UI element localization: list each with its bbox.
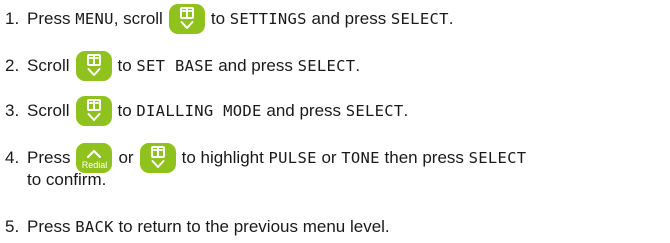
phonebook-scroll-down-key-icon xyxy=(168,3,205,34)
display-label: DIALLING MODE xyxy=(136,102,262,120)
step-number: 1. xyxy=(5,9,20,28)
redial-key-label: Redial xyxy=(81,159,108,170)
step-number: 2. xyxy=(5,56,20,75)
step-2: 2. Scroll to SET BASE and press SELECT. xyxy=(5,50,664,81)
step-5: 5. Press BACK to return to the previous m… xyxy=(5,217,390,236)
redial-up-key-icon: Redial xyxy=(76,142,113,173)
step-number: 4. xyxy=(5,148,20,167)
display-label: SELECT xyxy=(297,57,356,75)
phonebook-scroll-down-key-icon xyxy=(139,142,176,173)
display-label: PULSE xyxy=(268,149,317,167)
phonebook-scroll-down-key-icon xyxy=(75,50,112,81)
display-label: SELECT xyxy=(390,10,449,28)
step-4: 4. Press Redial or to highlight PULSE or TON… xyxy=(5,142,664,191)
display-label: SELECT xyxy=(345,102,404,120)
step-1: 1. Press MENU, scroll to SETTINGS and pres… xyxy=(5,3,664,34)
display-label: MENU xyxy=(75,10,114,28)
step-number: 3. xyxy=(5,101,20,120)
display-label: SET BASE xyxy=(136,57,214,75)
display-label: BACK xyxy=(75,218,114,236)
display-label: TONE xyxy=(341,149,380,167)
phonebook-scroll-down-key-icon xyxy=(75,95,112,126)
step-3: 3. Scroll to DIALLING MODE and press SELEC… xyxy=(5,95,664,126)
step-number: 5. xyxy=(5,217,20,236)
display-label: SELECT xyxy=(468,149,527,167)
display-label: SETTINGS xyxy=(229,10,307,28)
